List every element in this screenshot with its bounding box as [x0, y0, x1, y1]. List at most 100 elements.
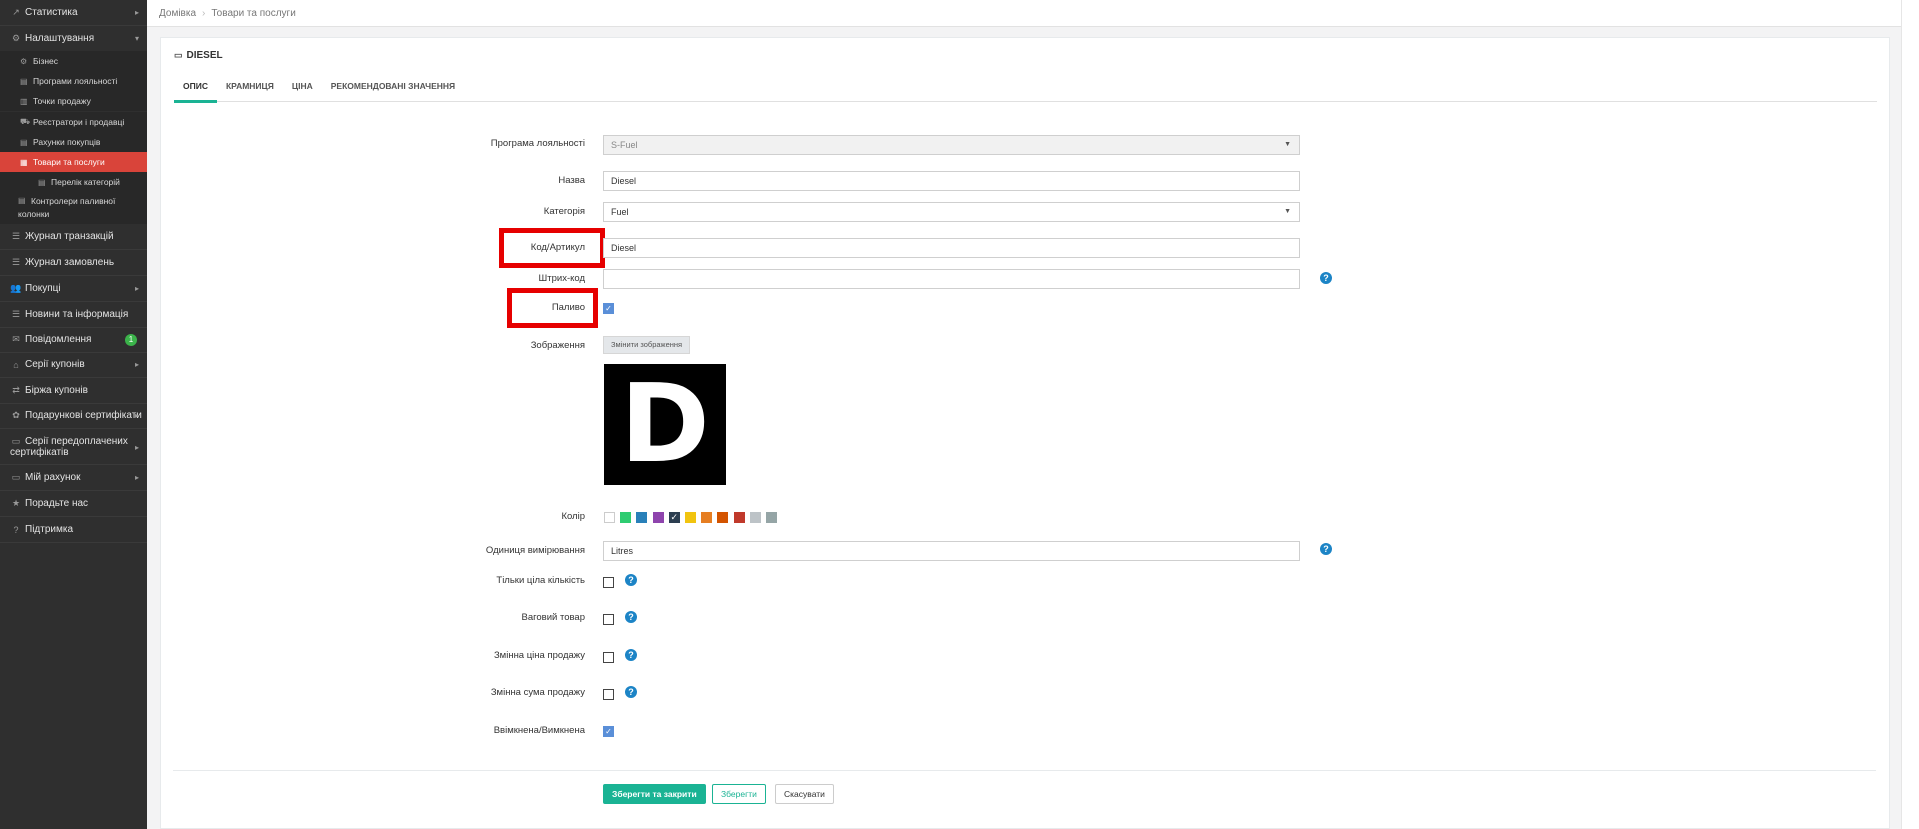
help-icon[interactable]: ?: [625, 574, 637, 586]
fuel-checkbox[interactable]: ✓: [603, 303, 614, 314]
loyalty-label: Програма лояльності: [490, 138, 585, 149]
sidebar-item-recommend[interactable]: ★ Порадьте нас: [0, 491, 147, 517]
sidebar-item-settings[interactable]: ⚙ Налаштування ▾: [0, 26, 147, 52]
chevron-right-icon: ▸: [134, 411, 139, 420]
sidebar-item-label: Статистика: [25, 7, 78, 18]
list-icon: ☰: [11, 309, 21, 319]
breadcrumb: Домівка › Товари та послуги: [147, 0, 1901, 27]
sidebar-item-messages[interactable]: ✉ Повідомлення 1: [0, 327, 147, 353]
sidebar-subitem-points[interactable]: ▥ Точки продажу: [0, 91, 147, 111]
card-icon: ▤: [20, 76, 28, 86]
image-label-wrap: Зображення: [440, 340, 585, 354]
list-icon: ☰: [11, 231, 21, 241]
help-icon[interactable]: ?: [1320, 272, 1332, 284]
color-swatch[interactable]: [604, 512, 615, 523]
product-card: ▭ DIESEL ОПИС КРАМНИЦЯ ЦІНА РЕКОМЕНДОВАНІ…: [160, 37, 1890, 829]
save-close-button[interactable]: Зберегти та закрити: [603, 784, 706, 804]
code-label: Код/Артикул: [530, 242, 585, 253]
save-button[interactable]: Зберегти: [712, 784, 766, 804]
sidebar-subitem-categories[interactable]: ▤ Перелік категорій: [0, 172, 147, 192]
color-swatch[interactable]: [636, 512, 648, 523]
sidebar-subitem-accounts[interactable]: ▤ Рахунки покупців: [0, 132, 147, 152]
change-image-button[interactable]: Змінити зображення: [603, 336, 691, 354]
sidebar-subitem-label: Товари та послуги: [33, 157, 105, 167]
help-icon[interactable]: ?: [1320, 543, 1332, 555]
sidebar-item-coupon-series[interactable]: ⌂ Серії купонів ▸: [0, 352, 147, 378]
list-icon: ▦: [20, 157, 28, 167]
unit-input[interactable]: Litres: [603, 541, 1300, 561]
chevron-right-icon: ▸: [134, 8, 139, 17]
sidebar-subitem-business[interactable]: ⚙ Бізнес: [0, 51, 147, 71]
sidebar-item-label: Журнал транзакцій: [25, 231, 114, 242]
barcode-label: Штрих-код: [538, 273, 585, 284]
color-label-wrap: Колір: [440, 511, 585, 525]
variable-sum-checkbox[interactable]: [603, 689, 614, 700]
sidebar-item-news[interactable]: ☰ Новини та інформація: [0, 302, 147, 328]
tab-shop[interactable]: КРАМНИЦЯ: [217, 72, 283, 100]
sidebar-item-transactions[interactable]: ☰ Журнал транзакцій: [0, 224, 147, 250]
sidebar-item-label: Мій рахунок: [25, 472, 81, 483]
page-title: ▭ DIESEL: [174, 50, 223, 61]
sidebar-item-customers[interactable]: 👥 Покупці ▸: [0, 276, 147, 302]
tab-bar: ОПИС КРАМНИЦЯ ЦІНА РЕКОМЕНДОВАНІ ЗНАЧЕНН…: [174, 72, 1877, 103]
color-swatch[interactable]: ✓: [668, 512, 680, 523]
sidebar-subitem-fuel-controllers[interactable]: ▤ Контролери паливної колонки: [0, 192, 147, 224]
help-icon[interactable]: ?: [625, 611, 637, 623]
tab-description[interactable]: ОПИС: [174, 72, 217, 103]
sidebar-item-label: Біржа купонів: [25, 385, 88, 396]
cart-icon: ⛟: [20, 117, 31, 126]
chevron-down-icon: ▾: [134, 34, 139, 43]
loyalty-select[interactable]: S-Fuel ▼: [603, 135, 1300, 155]
sidebar-subitem-goods[interactable]: ▦ Товари та послуги: [0, 152, 147, 172]
color-swatch[interactable]: [685, 512, 696, 523]
color-swatch[interactable]: [733, 512, 745, 523]
color-swatch[interactable]: [620, 512, 632, 523]
sidebar-item-orders[interactable]: ☰ Журнал замовлень: [0, 250, 147, 276]
variable-price-checkbox[interactable]: [603, 652, 614, 663]
barcode-input[interactable]: [603, 269, 1300, 289]
sidebar-subitem-label: Бізнес: [33, 56, 59, 66]
chevron-right-icon: ▸: [134, 473, 139, 482]
gift-icon: ✿: [12, 410, 20, 420]
tab-price[interactable]: ЦІНА: [283, 72, 322, 100]
sidebar-subitem-registers[interactable]: ⛟ Реєстратори і продавці: [0, 112, 147, 132]
weight-checkbox[interactable]: [603, 614, 614, 625]
chevron-right-icon: ▸: [134, 284, 139, 293]
sidebar-item-prepaid-certificates[interactable]: ▭ Серії передоплачених сертифікатів ▸: [0, 429, 147, 465]
color-swatch[interactable]: [766, 512, 777, 523]
enabled-checkbox[interactable]: ✓: [603, 726, 614, 737]
gear-icon: ⚙: [20, 56, 28, 66]
sidebar-subitem-label: Реєстратори і продавці: [33, 117, 125, 127]
help-icon[interactable]: ?: [625, 686, 637, 698]
color-swatch[interactable]: [701, 512, 713, 523]
code-input[interactable]: Diesel: [603, 238, 1300, 258]
variable-price-label: Змінна ціна продажу: [493, 650, 585, 661]
sidebar-item-support[interactable]: ? Підтримка: [0, 517, 147, 543]
sidebar-item-label: Серії купонів: [25, 359, 85, 370]
chevron-down-icon: ▼: [1284, 141, 1291, 148]
whole-qty-checkbox[interactable]: [603, 577, 614, 588]
exchange-icon: ⇄: [12, 385, 20, 395]
breadcrumb-home[interactable]: Домівка: [159, 8, 196, 19]
sidebar-item-label: Підтримка: [25, 524, 74, 535]
tab-recommended-values[interactable]: РЕКОМЕНДОВАНІ ЗНАЧЕННЯ: [322, 72, 464, 100]
card-icon: ▭: [174, 50, 183, 60]
sidebar-item-gift-certificates[interactable]: ✿ Подарункові сертифікати ▸: [0, 403, 147, 429]
help-icon[interactable]: ?: [625, 649, 637, 661]
sidebar-subitem-loyalty[interactable]: ▤ Програми лояльності: [0, 71, 147, 91]
color-swatch[interactable]: [749, 512, 761, 523]
list-icon: ▤: [38, 177, 46, 187]
fuel-label-wrap: Паливо: [440, 302, 585, 316]
sidebar-item-coupon-exchange[interactable]: ⇄ Біржа купонів: [0, 378, 147, 404]
color-swatch[interactable]: [652, 512, 664, 523]
sidebar-item-label: Журнал замовлень: [25, 257, 115, 268]
building-icon: ▥: [20, 96, 28, 106]
sidebar-item-my-account[interactable]: ▭ Мій рахунок ▸: [0, 465, 147, 491]
cancel-button[interactable]: Скасувати: [775, 784, 834, 804]
chevron-down-icon: ▼: [1284, 208, 1291, 215]
sidebar-item-statistics[interactable]: ↗ Статистика ▸: [0, 0, 147, 26]
name-input[interactable]: Diesel: [603, 171, 1300, 191]
category-select[interactable]: Fuel ▼: [603, 202, 1300, 222]
color-swatch[interactable]: [717, 512, 729, 523]
chevron-right-icon: ▸: [134, 360, 139, 369]
